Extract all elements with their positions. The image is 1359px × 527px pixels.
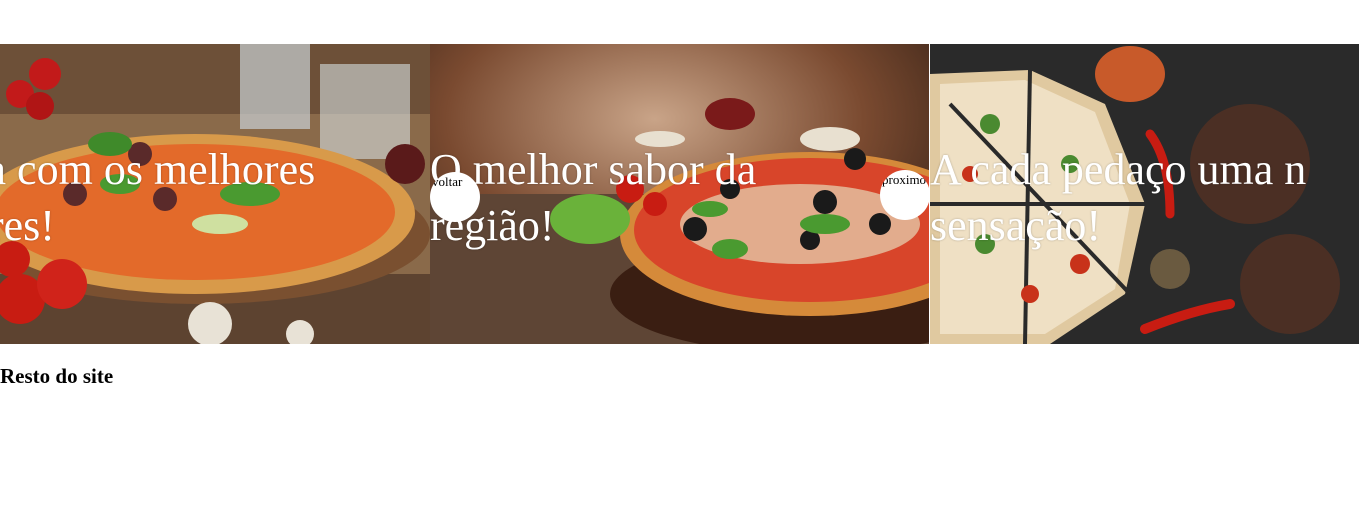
carousel-prev-button[interactable]: voltar — [430, 172, 480, 222]
prev-button-label: voltar — [432, 174, 463, 189]
carousel-slide-1: za com os melhores ores! — [0, 44, 430, 344]
carousel-slide-3: A cada pedaço uma n sensação! — [930, 44, 1359, 344]
slide-3-caption-line: A cada pedaço uma n sensação! — [930, 145, 1307, 250]
carousel-next-button[interactable]: proximo — [880, 170, 930, 220]
slide-1-caption-line: za com os melhores ores! — [0, 145, 316, 250]
slide-1-caption: za com os melhores ores! — [0, 142, 315, 254]
next-button-label: proximo — [882, 172, 927, 187]
image-carousel: za com os melhores ores! — [0, 44, 1359, 344]
slide-3-caption: A cada pedaço uma n sensação! — [930, 142, 1306, 254]
page-content-heading: Resto do site — [0, 364, 114, 388]
carousel-slide-2: O melhor sabor da região! — [430, 44, 929, 344]
